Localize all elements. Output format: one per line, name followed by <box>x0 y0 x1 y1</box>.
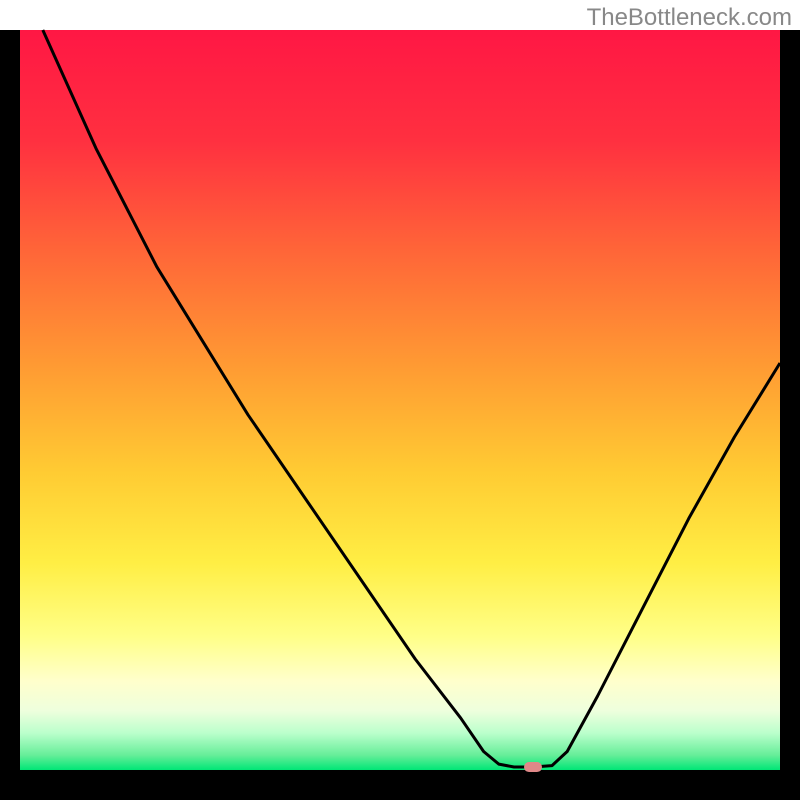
optimal-marker <box>524 762 542 772</box>
watermark-text: TheBottleneck.com <box>587 4 792 32</box>
bottleneck-chart: TheBottleneck.com <box>0 0 800 800</box>
chart-svg <box>0 0 800 800</box>
